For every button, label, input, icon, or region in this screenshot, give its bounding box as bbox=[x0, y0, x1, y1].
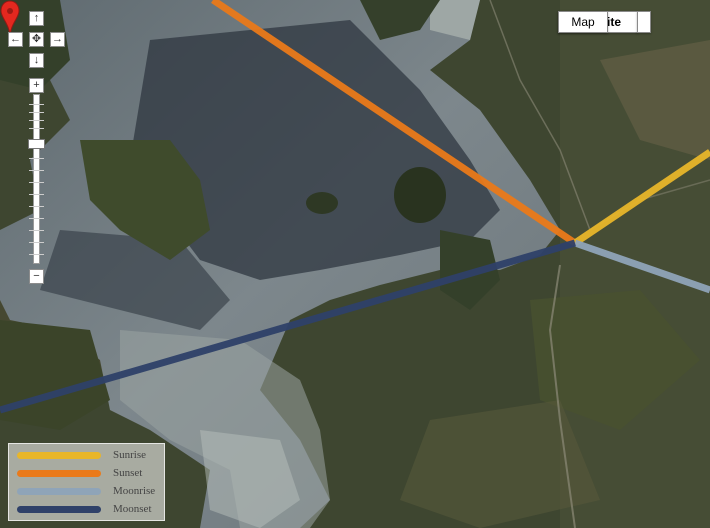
zoom-tick bbox=[29, 218, 44, 219]
pan-left-icon[interactable]: ← bbox=[8, 32, 23, 47]
pan-up-icon[interactable]: ↑ bbox=[29, 11, 44, 26]
zoom-tick bbox=[29, 112, 44, 113]
legend-swatch bbox=[17, 487, 101, 495]
legend-label: Moonrise bbox=[113, 485, 156, 497]
pan-right-icon[interactable]: → bbox=[50, 32, 65, 47]
zoom-tick bbox=[29, 104, 44, 105]
zoom-tick bbox=[29, 230, 44, 231]
pan-center-icon[interactable]: ✥ bbox=[29, 32, 44, 47]
pan-down-icon[interactable]: ↓ bbox=[29, 53, 44, 68]
map-type-control: Map Satellite bbox=[558, 11, 651, 33]
zoom-tick bbox=[29, 120, 44, 121]
map-type-more-button[interactable] bbox=[637, 11, 651, 33]
legend-swatch bbox=[17, 505, 101, 513]
zoom-tick bbox=[29, 158, 44, 159]
legend-item-sunset: Sunset bbox=[17, 464, 142, 482]
zoom-tick bbox=[29, 206, 44, 207]
zoom-slider-handle[interactable] bbox=[28, 139, 45, 149]
zoom-in-button[interactable]: + bbox=[29, 78, 44, 93]
zoom-tick bbox=[29, 170, 44, 171]
legend-label: Moonset bbox=[113, 503, 152, 515]
legend-item-moonset: Moonset bbox=[17, 500, 152, 518]
zoom-tick bbox=[29, 128, 44, 129]
zoom-out-button[interactable]: − bbox=[29, 269, 44, 284]
legend-swatch bbox=[17, 469, 101, 477]
zoom-tick bbox=[29, 242, 44, 243]
legend-item-sunrise: Sunrise bbox=[17, 446, 146, 464]
zoom-tick bbox=[29, 254, 44, 255]
zoom-tick bbox=[29, 182, 44, 183]
zoom-tick bbox=[29, 194, 44, 195]
map-type-map-button[interactable]: Map bbox=[558, 11, 608, 33]
legend: Sunrise Sunset Moonrise Moonset bbox=[8, 443, 165, 521]
legend-swatch bbox=[17, 451, 101, 459]
legend-label: Sunset bbox=[113, 467, 143, 479]
legend-item-moonrise: Moonrise bbox=[17, 482, 155, 500]
legend-label: Sunrise bbox=[113, 449, 146, 461]
